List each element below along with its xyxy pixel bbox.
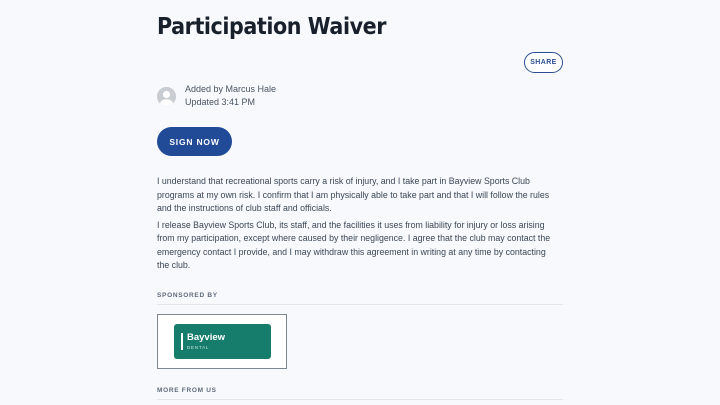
updated-time-text: Updated 3:41 PM bbox=[185, 97, 256, 107]
waiver-page: Participation Waiver SHARE Added by Marc… bbox=[157, 0, 563, 405]
sign-now-button[interactable]: SIGN NOW bbox=[157, 127, 232, 156]
section-divider bbox=[157, 399, 563, 400]
added-by-text: Added by Marcus Hale bbox=[185, 84, 277, 94]
section-divider bbox=[157, 304, 563, 305]
sponsor-logo-name: Bayview bbox=[187, 332, 226, 343]
logo-bar-mark bbox=[181, 333, 183, 350]
sponsored-by-label: SPONSORED BY bbox=[157, 292, 218, 299]
sponsor-logo-subtitle: DENTAL bbox=[187, 345, 210, 350]
sponsor-card[interactable]: Bayview DENTAL bbox=[157, 314, 287, 369]
sponsor-logo: Bayview DENTAL bbox=[174, 324, 271, 359]
share-button[interactable]: SHARE bbox=[524, 52, 563, 73]
author-meta: Added by Marcus Hale Updated 3:41 PM bbox=[157, 82, 357, 112]
user-avatar-icon bbox=[157, 87, 176, 106]
waiver-paragraph: I release Bayview Sports Club, its staff… bbox=[157, 219, 551, 271]
waiver-paragraph: I understand that recreational sports ca… bbox=[157, 176, 550, 213]
more-from-us-label: MORE FROM US bbox=[157, 387, 217, 394]
page-title: Participation Waiver bbox=[157, 14, 386, 40]
waiver-text: I understand that recreational sports ca… bbox=[157, 175, 557, 276]
